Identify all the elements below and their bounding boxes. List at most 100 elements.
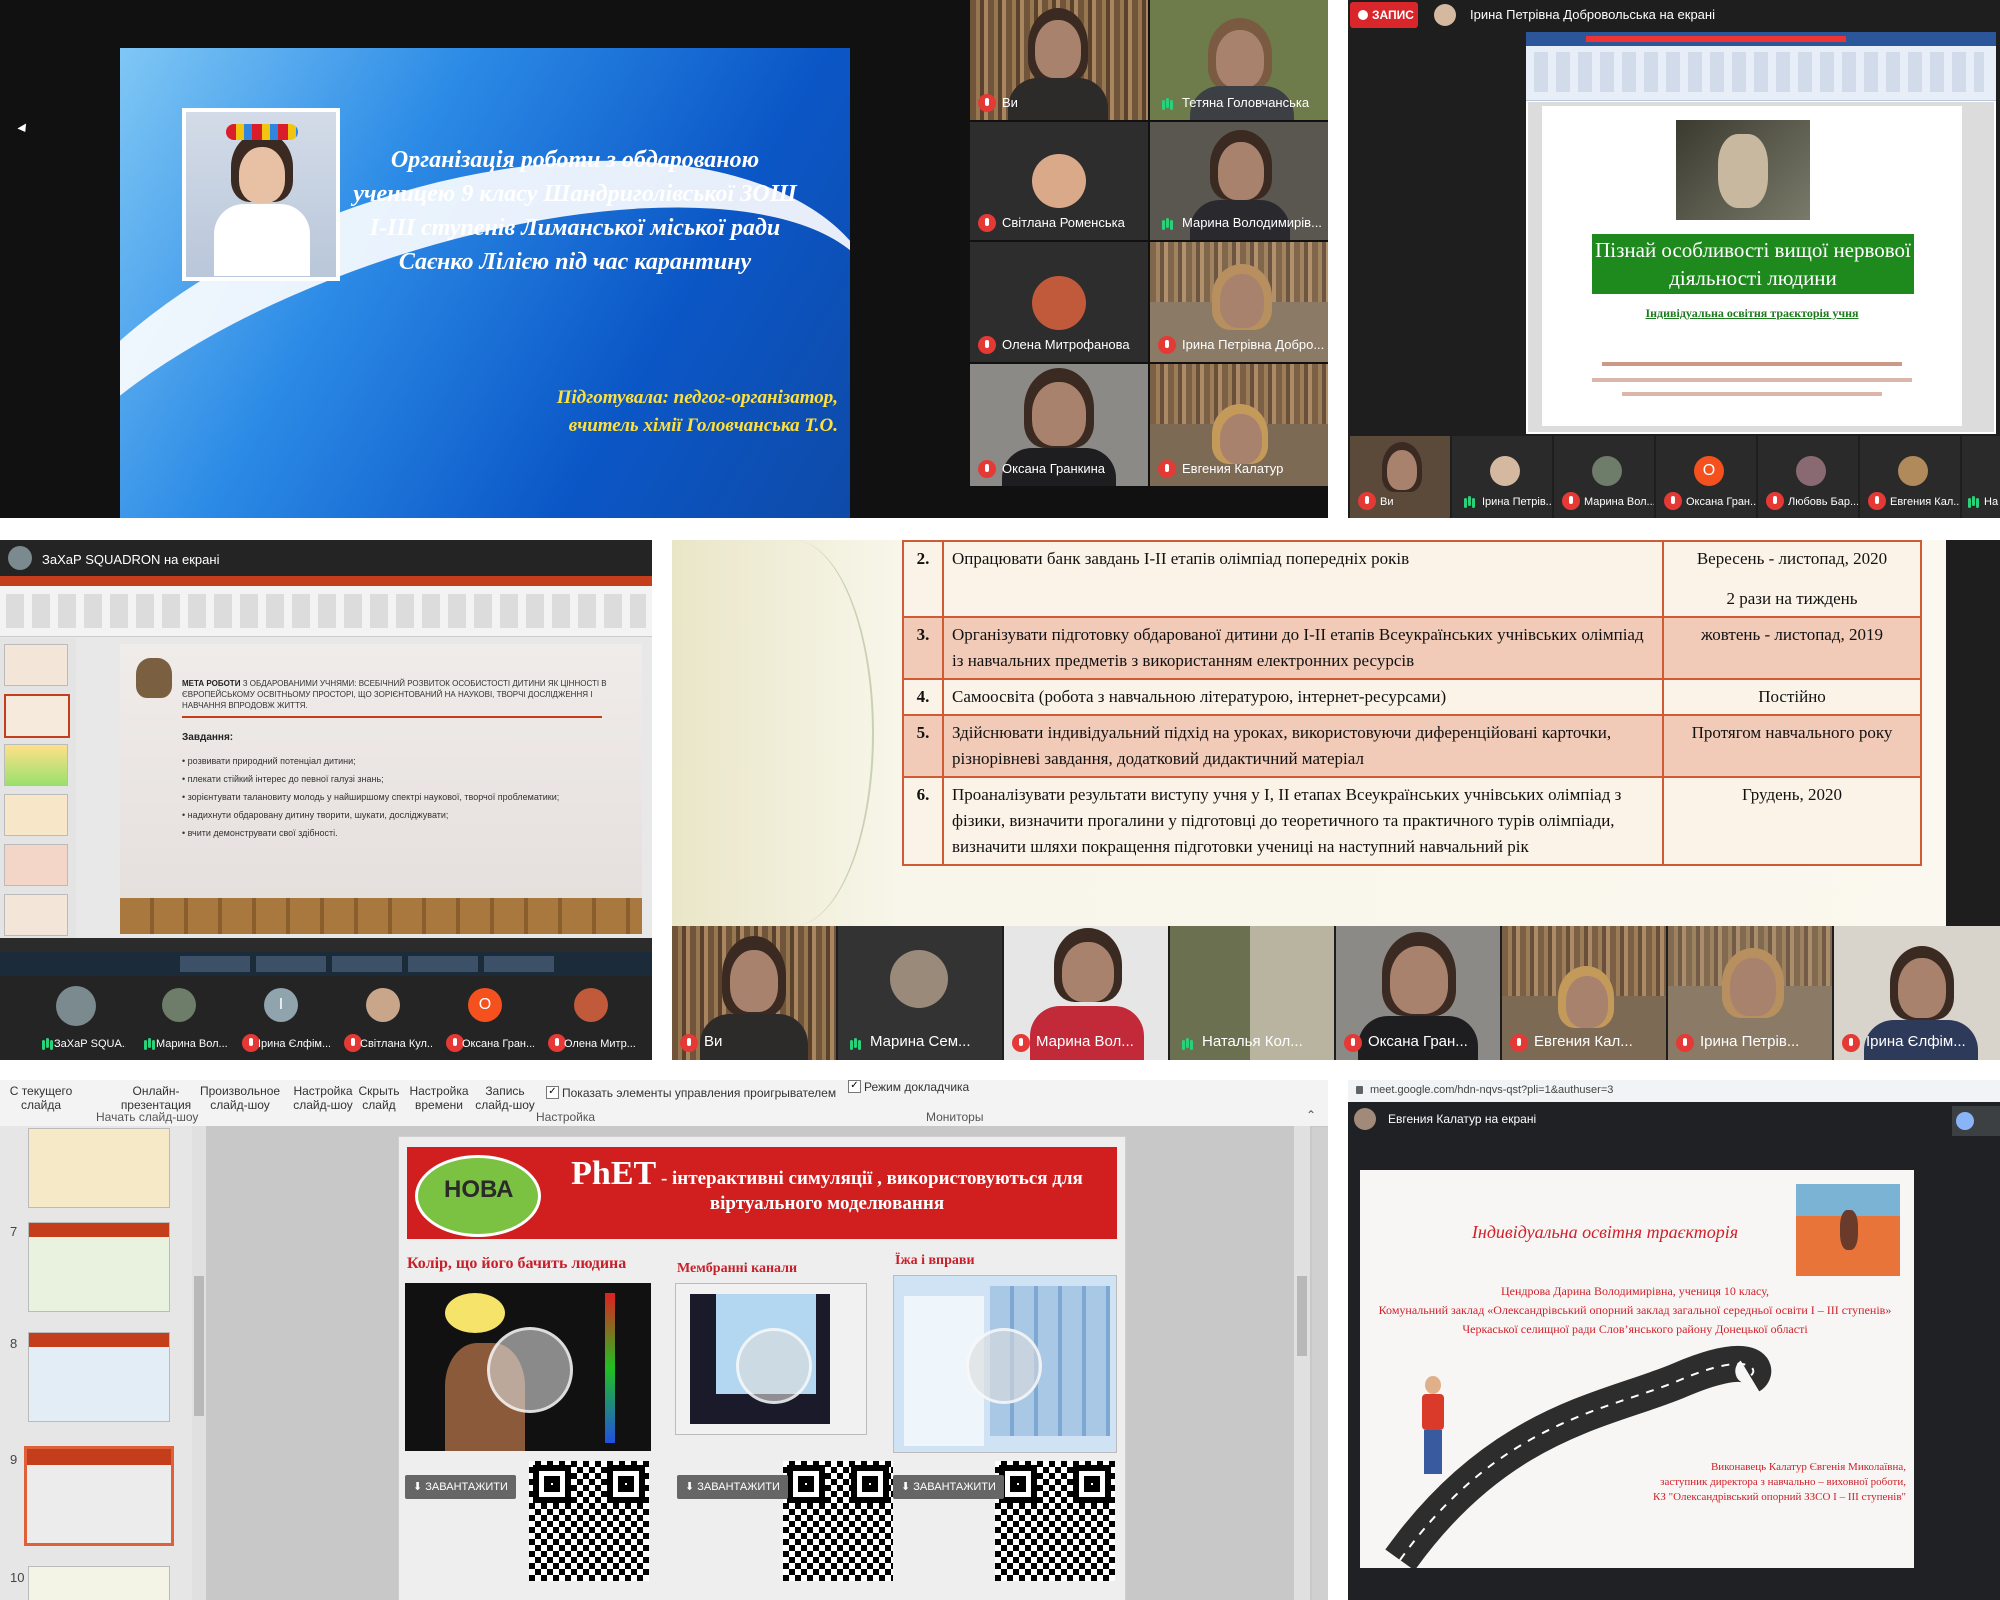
group-setup-label: Настройка xyxy=(536,1110,596,1124)
participant-tile[interactable]: О Оксана Гран... xyxy=(438,976,534,1060)
slide-number: 10 xyxy=(10,1570,25,1585)
participant-tile[interactable]: Ви xyxy=(970,0,1148,120)
participant-tile[interactable]: Оксана Гран... xyxy=(1336,926,1500,1060)
participant-tile[interactable]: Марина Вол... xyxy=(1554,436,1654,518)
mic-muted-icon xyxy=(1158,336,1176,354)
mic-muted-icon xyxy=(1664,492,1682,510)
avatar xyxy=(1592,456,1622,486)
participant-tile[interactable]: Наталья Кол... xyxy=(1170,926,1334,1060)
participant-tile[interactable]: Оксана Гранкина xyxy=(970,364,1148,486)
slide-thumbnail[interactable] xyxy=(28,1566,170,1600)
task-item: • зорієнтувати талановиту молодь у найши… xyxy=(182,792,560,802)
participant-name: Марина Вол... xyxy=(156,1038,228,1050)
table-row: 2. Опрацювати банк завдань І-ІІ етапів о… xyxy=(902,540,1922,618)
table-row: 6. Проаналізувати результати виступу учн… xyxy=(902,776,1922,866)
rehearse-timings-button[interactable]: Настройка времени xyxy=(406,1084,472,1112)
thumbnail-scrollbar[interactable] xyxy=(192,1126,206,1600)
participant-tile[interactable]: Евгения Кал... xyxy=(1860,436,1960,518)
participant-name: Евгения Кал... xyxy=(1534,1033,1633,1050)
browser-address-bar[interactable]: meet.google.com/hdn-nqvs-qst?pli=1&authu… xyxy=(1348,1080,2000,1102)
shared-slide-table: 2. Опрацювати банк завдань І-ІІ етапів о… xyxy=(672,540,1946,926)
phet-title: PhET - інтерактивні симуляції , використ… xyxy=(571,1155,1083,1214)
mic-muted-icon xyxy=(1842,1034,1860,1052)
participant-tile[interactable]: Евгения Калатур xyxy=(1150,364,1328,486)
slide-number: 7 xyxy=(10,1224,18,1239)
avatar xyxy=(162,988,196,1022)
side-participant-thumb[interactable] xyxy=(1952,1106,2000,1136)
avatar xyxy=(1032,276,1086,330)
row-task: Організувати підготовку обдарованої дити… xyxy=(942,616,1664,680)
presenter-label: Евгения Калатур на екрані xyxy=(1388,1112,1537,1126)
slide-thumbnail-selected[interactable] xyxy=(24,1446,174,1546)
group-monitors-label: Мониторы xyxy=(926,1110,984,1124)
task-item: • надихнути обдаровану дитину творити, ш… xyxy=(182,810,449,820)
avatar: О xyxy=(468,988,502,1022)
slide-thumbnail[interactable] xyxy=(28,1222,170,1312)
record-show-button[interactable]: Запись слайд-шоу xyxy=(472,1084,538,1112)
participant-tile[interactable]: Олена Митр... xyxy=(540,976,644,1060)
participant-tile[interactable]: Ви xyxy=(672,926,836,1060)
download-button[interactable]: ⬇ ЗАВАНТАЖИТИ xyxy=(405,1475,516,1499)
table-row: 3. Організувати підготовку обдарованої д… xyxy=(902,616,1922,680)
row-task: Самоосвіта (робота з навчальною літерату… xyxy=(942,678,1664,716)
participant-name: Евгения Кал... xyxy=(1890,496,1960,508)
table-row: 4. Самоосвіта (робота з навчальною літер… xyxy=(902,678,1922,716)
participant-tile[interactable]: Евгения Кал... xyxy=(1502,926,1666,1060)
goal-body: З ОБДАРОВАНИМИ УЧНЯМИ: ВСЕБІЧНИЙ РОЗВИТО… xyxy=(182,679,607,710)
sim-preview xyxy=(405,1283,651,1451)
participant-tile[interactable]: Марина Сем... xyxy=(838,926,1002,1060)
participant-strip: ЗаХаР SQUA... Марина Вол... І Ірина Єлфі… xyxy=(0,976,652,1060)
download-arrow-icon[interactable] xyxy=(966,1328,1042,1404)
participant-tile[interactable]: Марина Вол... xyxy=(132,976,228,1060)
taskbar xyxy=(0,952,652,976)
participant-tile[interactable]: Ви xyxy=(1350,436,1450,518)
participant-tile[interactable]: Любовь Бар... xyxy=(1758,436,1858,518)
participant-name: Олена Митрофанова xyxy=(1002,337,1130,352)
download-button[interactable]: ⬇ ЗАВАНТАЖИТИ xyxy=(893,1475,1004,1499)
mic-muted-icon xyxy=(1358,492,1376,510)
participant-tile[interactable]: О Оксана Гран... xyxy=(1656,436,1756,518)
download-button[interactable]: ⬇ ЗАВАНТАЖИТИ xyxy=(677,1475,788,1499)
participant-tile[interactable]: Ірина Петрівна Добро... xyxy=(1150,242,1328,362)
participant-tile[interactable]: Марина Вол... xyxy=(1004,926,1168,1060)
slide-thumbnail[interactable] xyxy=(28,1332,170,1422)
slide-thumbnail[interactable] xyxy=(28,1128,170,1208)
participant-name: Олена Митр... xyxy=(564,1038,636,1050)
ribbon-toolbar: С текущего слайда Онлайн-презентация Про… xyxy=(0,1080,1328,1127)
shared-slide: Організація роботи з обдарованою ученице… xyxy=(120,48,850,518)
participant-tile[interactable]: Ірина Петрів... xyxy=(1668,926,1832,1060)
presenter-avatar xyxy=(1434,4,1456,26)
participant-tile[interactable]: Марина Володимирів... xyxy=(1150,122,1328,240)
presenter-mode-checkbox[interactable]: ✓ xyxy=(848,1080,861,1093)
participant-tile[interactable]: Ірина Єлфім... xyxy=(1834,926,2000,1060)
participant-tile[interactable]: На xyxy=(1962,436,2000,518)
avatar xyxy=(1032,154,1086,208)
slide-title: Організація роботи з обдарованою ученице… xyxy=(353,147,797,275)
participant-tile[interactable]: Тетяна Головчанська xyxy=(1150,0,1328,120)
participant-name: Оксана Гранкина xyxy=(1002,461,1106,476)
participant-tile[interactable]: І Ірина Єлфім... xyxy=(234,976,330,1060)
collapse-ribbon-icon[interactable]: ⌃ xyxy=(1306,1108,1316,1122)
mic-muted-icon xyxy=(1766,492,1784,510)
download-arrow-icon[interactable] xyxy=(736,1328,812,1404)
participant-tile[interactable]: Світлана Кул... xyxy=(336,976,432,1060)
participant-tile[interactable]: Олена Митрофанова xyxy=(970,242,1148,362)
editor-scrollbar[interactable] xyxy=(1294,1126,1310,1600)
mouse-cursor-icon xyxy=(17,123,30,135)
participant-name: Оксана Гран... xyxy=(1368,1033,1468,1050)
participant-tile[interactable]: Світлана Роменська xyxy=(970,122,1148,240)
participant-name: Оксана Гран... xyxy=(462,1038,534,1050)
slide-footer: Виконавець Калатур Євгенія Миколаївна, з… xyxy=(1653,1461,1906,1503)
participant-tile[interactable]: Ірина Петрів... xyxy=(1452,436,1552,518)
hide-slide-button[interactable]: Скрыть слайд xyxy=(356,1084,402,1112)
participant-tile[interactable]: ЗаХаР SQUA... xyxy=(30,976,126,1060)
online-presentation-button[interactable]: Онлайн-презентация xyxy=(116,1084,196,1112)
document-image xyxy=(1676,120,1810,220)
setup-show-button[interactable]: Настройка слайд-шоу xyxy=(290,1084,356,1112)
document-title-box: Пізнай особливості вищої нервової діяльн… xyxy=(1592,234,1914,294)
play-icon[interactable] xyxy=(487,1327,573,1413)
show-controls-checkbox[interactable]: ✓ xyxy=(546,1086,559,1099)
from-current-slide-button[interactable]: С текущего слайда xyxy=(8,1084,74,1112)
custom-show-button[interactable]: Произвольное слайд-шоу xyxy=(200,1084,280,1112)
row-when: Вересень - листопад, 2020 2 рази на тижд… xyxy=(1662,540,1922,618)
